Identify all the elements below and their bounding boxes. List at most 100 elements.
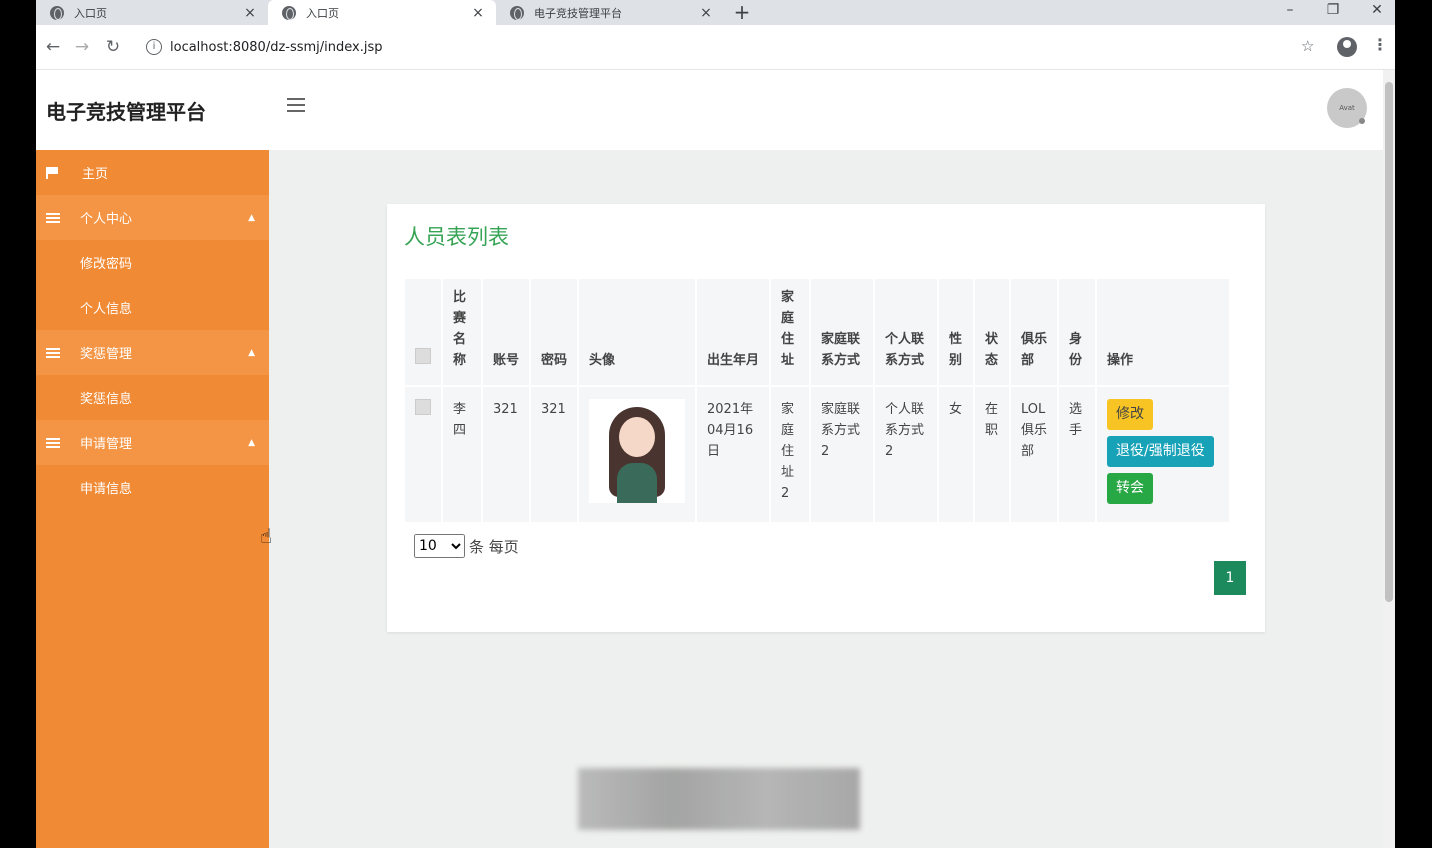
back-icon[interactable]: ← (43, 37, 63, 57)
minimize-button[interactable]: – (1275, 0, 1305, 22)
sidebar-item-label: 申请管理 (80, 437, 133, 452)
caret-up-icon: ▲ (248, 437, 255, 448)
cell-personal-contact: 个人联系方式2 (875, 387, 937, 522)
personnel-table: 比赛名称 账号 密码 头像 出生年月 家庭住址 家庭联系方式 个人联系方式 性别… (403, 277, 1231, 524)
browser-tab-3[interactable]: 电子竞技管理平台 × (496, 0, 724, 25)
select-all-checkbox[interactable] (415, 348, 431, 364)
cell-status: 在职 (975, 387, 1009, 522)
sidebar-item-label: 修改密码 (80, 257, 133, 272)
bookmark-star-icon[interactable]: ☆ (1301, 37, 1314, 55)
url-box[interactable]: i localhost:8080/dz-ssmj/index.jsp (134, 33, 1334, 61)
tab-title: 入口页 (306, 6, 339, 20)
sidebar-item-home[interactable]: 主页 (36, 150, 269, 195)
profile-icon[interactable] (1337, 37, 1357, 57)
select-all-header (405, 279, 441, 385)
personnel-list-card: 人员表列表 比赛名称 账号 密码 头像 出生年月 家庭住址 家庭联系方式 个人联… (387, 204, 1265, 632)
scrollbar-thumb[interactable] (1385, 82, 1393, 602)
forward-icon[interactable]: → (72, 37, 92, 57)
close-window-button[interactable]: ✕ (1362, 0, 1392, 22)
avatar-image (589, 399, 685, 503)
page-size-control: 10 条 每页 (414, 534, 519, 558)
flag-icon (46, 166, 62, 179)
sidebar-item-label: 申请信息 (80, 482, 133, 497)
top-navbar: 电子竞技管理平台 Avat (36, 70, 1383, 150)
cell-club: LOL俱乐部 (1011, 387, 1057, 522)
sidebar-item-label: 奖惩管理 (80, 347, 133, 362)
col-header: 家庭住址 (771, 279, 809, 385)
page-scrollbar[interactable] (1383, 70, 1395, 848)
hand-cursor-icon: ☝ (260, 524, 273, 548)
col-header: 出生年月 (697, 279, 769, 385)
sidebar-item-applications-info[interactable]: 申请信息 (36, 465, 269, 510)
col-header: 操作 (1097, 279, 1229, 385)
new-tab-button[interactable]: + (732, 0, 752, 25)
col-header: 状态 (975, 279, 1009, 385)
transfer-button[interactable]: 转会 (1107, 473, 1153, 504)
cell-account: 321 (483, 387, 529, 522)
col-header: 身份 (1059, 279, 1095, 385)
globe-icon (282, 5, 296, 20)
table-header-row: 比赛名称 账号 密码 头像 出生年月 家庭住址 家庭联系方式 个人联系方式 性别… (405, 279, 1229, 385)
browser-tab-2[interactable]: 入口页 × (268, 0, 496, 25)
blurred-region (578, 768, 860, 830)
caret-up-icon: ▲ (248, 212, 255, 223)
list-icon (46, 347, 60, 358)
tab-bar: 入口页 × 入口页 × 电子竞技管理平台 × + – ❐ ✕ (36, 0, 1395, 25)
sidebar-group-applications[interactable]: 申请管理 ▲ (36, 420, 269, 465)
cell-family-contact: 家庭联系方式2 (811, 387, 873, 522)
browser-menu-icon[interactable]: ⋮ (1372, 35, 1388, 54)
tab-close-icon[interactable]: × (696, 5, 716, 21)
cell-identity: 选手 (1059, 387, 1095, 522)
sidebar-item-label: 个人信息 (80, 302, 133, 317)
table-row: 李四 321 321 2021年04月16日 家庭住址2 家庭联系方式2 个人联… (405, 387, 1229, 522)
col-header: 家庭联系方式 (811, 279, 873, 385)
retire-button[interactable]: 退役/强制退役 (1107, 436, 1214, 467)
caret-up-icon: ▲ (248, 347, 255, 358)
sidebar-item-label: 主页 (82, 167, 109, 182)
list-icon (46, 212, 60, 223)
row-checkbox[interactable] (415, 399, 431, 415)
list-icon (46, 437, 60, 448)
tab-close-icon[interactable]: × (468, 5, 488, 21)
site-info-icon[interactable]: i (146, 39, 162, 55)
col-header: 俱乐部 (1011, 279, 1057, 385)
restore-button[interactable]: ❐ (1318, 0, 1348, 22)
col-header: 个人联系方式 (875, 279, 937, 385)
col-header: 头像 (579, 279, 695, 385)
brand-title: 电子竞技管理平台 (46, 100, 206, 124)
hamburger-menu-icon[interactable] (287, 98, 305, 112)
cell-birth: 2021年04月16日 (697, 387, 769, 522)
cell-avatar (579, 387, 695, 522)
user-avatar[interactable]: Avat (1327, 88, 1367, 128)
browser-tab-1[interactable]: 入口页 × (36, 0, 268, 25)
cell-gender: 女 (939, 387, 973, 522)
address-bar: ← → ↻ i localhost:8080/dz-ssmj/index.jsp… (36, 25, 1395, 70)
cell-password: 321 (531, 387, 577, 522)
browser-window: 入口页 × 入口页 × 电子竞技管理平台 × + – ❐ ✕ ← → ↻ i l… (36, 0, 1395, 848)
sidebar-group-personal[interactable]: 个人中心 ▲ (36, 195, 269, 240)
sidebar-item-rewards-info[interactable]: 奖惩信息 (36, 375, 269, 420)
globe-icon (510, 5, 524, 20)
col-header: 比赛名称 (443, 279, 481, 385)
sidebar-item-personal-info[interactable]: 个人信息 (36, 285, 269, 330)
edit-button[interactable]: 修改 (1107, 399, 1153, 430)
cell-actions: 修改 退役/强制退役 转会 (1097, 387, 1229, 522)
row-select-cell (405, 387, 441, 522)
page-size-label: 条 每页 (469, 537, 519, 556)
sidebar-item-label: 奖惩信息 (80, 392, 133, 407)
reload-icon[interactable]: ↻ (103, 37, 123, 57)
avatar-text: Avat (1339, 104, 1355, 112)
status-dot (1359, 118, 1365, 124)
col-header: 账号 (483, 279, 529, 385)
cell-name: 李四 (443, 387, 481, 522)
globe-icon (50, 5, 64, 20)
tab-close-icon[interactable]: × (240, 5, 260, 21)
page-viewport: 电子竞技管理平台 Avat 主页 个人中心 ▲ 修改密码 个人信息 奖惩管理 ▲… (36, 70, 1383, 848)
url-text[interactable]: localhost:8080/dz-ssmj/index.jsp (170, 40, 383, 55)
page-size-select[interactable]: 10 (414, 534, 465, 558)
sidebar-item-change-password[interactable]: 修改密码 (36, 240, 269, 285)
card-title: 人员表列表 (404, 225, 509, 249)
col-header: 密码 (531, 279, 577, 385)
page-button-current[interactable]: 1 (1214, 561, 1246, 595)
sidebar-group-rewards[interactable]: 奖惩管理 ▲ (36, 330, 269, 375)
